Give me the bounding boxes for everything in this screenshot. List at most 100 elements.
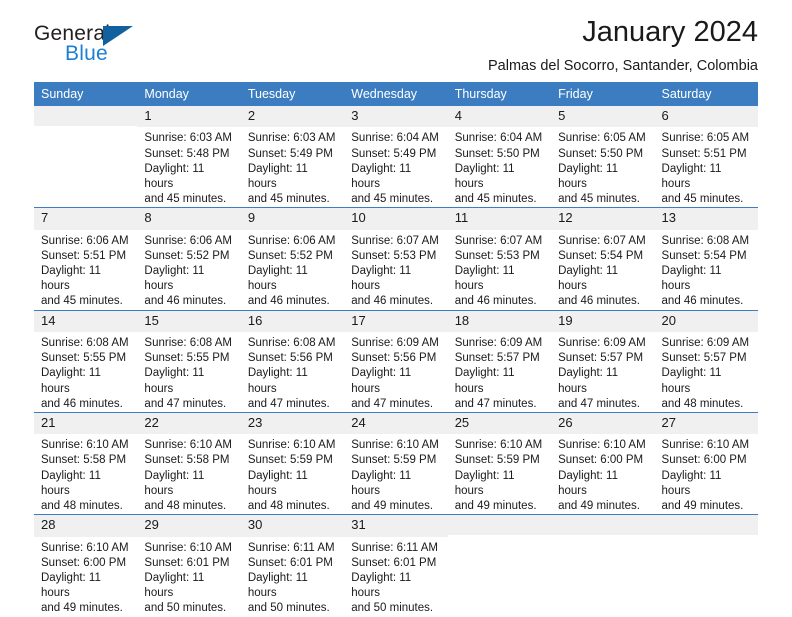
day-details: Sunrise: 6:03 AM Sunset: 5:48 PM Daylight:… xyxy=(137,127,240,207)
calendar-week-row: 14 Sunrise: 6:08 AM Sunset: 5:55 PM Dayligh… xyxy=(34,309,758,413)
weekday-header-thursday: Thursday xyxy=(447,82,552,106)
day-details: Sunrise: 6:03 AM Sunset: 5:49 PM Daylight:… xyxy=(241,127,344,207)
day-number xyxy=(654,515,758,536)
daylight-text-line1: Daylight: 11 hours xyxy=(558,469,618,497)
day-number: 29 xyxy=(137,515,241,537)
daylight-text-line1: Daylight: 11 hours xyxy=(558,367,618,395)
calendar-day-cell[interactable]: 29 Sunrise: 6:10 AM Sunset: 6:01 PM Dayligh… xyxy=(137,514,241,617)
calendar-day-cell[interactable]: 17 Sunrise: 6:09 AM Sunset: 5:56 PM Dayligh… xyxy=(344,309,448,413)
sunrise-text: Sunrise: 6:10 AM xyxy=(41,541,129,554)
sunset-text: Sunset: 5:51 PM xyxy=(661,147,747,160)
calendar-day-cell[interactable]: 7 Sunrise: 6:06 AM Sunset: 5:51 PM Daylight… xyxy=(34,207,138,311)
weekday-header-friday: Friday xyxy=(551,82,655,106)
sunset-text: Sunset: 5:51 PM xyxy=(41,249,127,262)
sunrise-text: Sunrise: 6:06 AM xyxy=(41,234,129,247)
calendar-day-cell[interactable]: 6 Sunrise: 6:05 AM Sunset: 5:51 PM Daylight… xyxy=(654,106,758,208)
day-details: Sunrise: 6:10 AM Sunset: 5:59 PM Daylight:… xyxy=(241,434,344,514)
calendar-day-cell[interactable]: 31 Sunrise: 6:11 AM Sunset: 6:01 PM Dayligh… xyxy=(344,514,448,617)
sunset-text: Sunset: 5:59 PM xyxy=(247,454,333,467)
logo-text-blue: Blue xyxy=(65,42,108,65)
daylight-text-line2: and 49 minutes. xyxy=(351,500,434,513)
calendar-week-row: 7 Sunrise: 6:06 AM Sunset: 5:51 PM Daylight… xyxy=(34,207,758,311)
sunset-text: Sunset: 5:50 PM xyxy=(558,147,644,160)
sunrise-text: Sunrise: 6:08 AM xyxy=(144,336,232,349)
calendar-day-cell[interactable]: 10 Sunrise: 6:07 AM Sunset: 5:53 PM Dayligh… xyxy=(344,207,448,311)
daylight-text-line1: Daylight: 11 hours xyxy=(144,367,205,395)
calendar-day-cell[interactable]: 26 Sunrise: 6:10 AM Sunset: 6:00 PM Dayligh… xyxy=(551,411,655,515)
day-number: 5 xyxy=(551,106,655,128)
daylight-text-line1: Daylight: 11 hours xyxy=(41,265,101,293)
sunrise-text: Sunrise: 6:08 AM xyxy=(661,234,750,247)
calendar-day-cell[interactable]: 27 Sunrise: 6:10 AM Sunset: 6:00 PM Dayligh… xyxy=(654,411,758,515)
sunrise-text: Sunrise: 6:09 AM xyxy=(351,336,439,349)
calendar-day-cell[interactable]: 20 Sunrise: 6:09 AM Sunset: 5:57 PM Dayligh… xyxy=(654,309,758,413)
day-number xyxy=(34,106,138,126)
daylight-text-line2: and 47 minutes. xyxy=(351,397,434,410)
calendar-day-cell[interactable]: 5 Sunrise: 6:05 AM Sunset: 5:50 PM Daylight… xyxy=(551,106,655,208)
sunset-text: Sunset: 5:52 PM xyxy=(144,249,230,262)
day-number: 25 xyxy=(447,412,552,435)
calendar-day-cell[interactable]: 30 Sunrise: 6:11 AM Sunset: 6:01 PM Dayligh… xyxy=(240,514,345,617)
calendar-day-cell[interactable]: 2 Sunrise: 6:03 AM Sunset: 5:49 PM Daylight… xyxy=(240,106,345,208)
calendar-day-cell[interactable]: 15 Sunrise: 6:08 AM Sunset: 5:55 PM Dayligh… xyxy=(137,309,241,413)
sunset-text: Sunset: 5:53 PM xyxy=(454,249,540,262)
sunrise-text: Sunrise: 6:10 AM xyxy=(351,439,439,452)
sunrise-text: Sunrise: 6:09 AM xyxy=(558,336,646,349)
daylight-text-line1: Daylight: 11 hours xyxy=(41,571,101,600)
day-details: Sunrise: 6:09 AM Sunset: 5:57 PM Daylight:… xyxy=(551,332,654,412)
day-number: 13 xyxy=(654,208,758,230)
calendar-day-cell[interactable]: 25 Sunrise: 6:10 AM Sunset: 5:59 PM Dayligh… xyxy=(447,411,552,515)
calendar-day-cell[interactable]: 14 Sunrise: 6:08 AM Sunset: 5:55 PM Dayligh… xyxy=(34,309,138,413)
calendar-day-cell[interactable]: 22 Sunrise: 6:10 AM Sunset: 5:58 PM Dayligh… xyxy=(137,411,241,515)
calendar-day-cell[interactable]: 21 Sunrise: 6:10 AM Sunset: 5:58 PM Dayligh… xyxy=(34,411,138,515)
calendar-day-cell[interactable]: 8 Sunrise: 6:06 AM Sunset: 5:52 PM Daylight… xyxy=(137,207,241,311)
day-details: Sunrise: 6:06 AM Sunset: 5:52 PM Daylight:… xyxy=(241,230,344,310)
sunrise-text: Sunrise: 6:10 AM xyxy=(144,541,232,554)
header-titles: January 2024 Palmas del Socorro, Santand… xyxy=(488,16,758,74)
calendar-day-cell[interactable]: 12 Sunrise: 6:07 AM Sunset: 5:54 PM Dayligh… xyxy=(551,207,655,311)
day-number xyxy=(447,515,552,536)
sunrise-text: Sunrise: 6:05 AM xyxy=(558,132,646,145)
sunrise-text: Sunrise: 6:10 AM xyxy=(454,439,543,452)
calendar-day-cell[interactable]: 19 Sunrise: 6:09 AM Sunset: 5:57 PM Dayligh… xyxy=(551,309,655,413)
daylight-text-line2: and 49 minutes. xyxy=(454,500,537,513)
calendar-day-cell[interactable]: 1 Sunrise: 6:03 AM Sunset: 5:48 PM Daylight… xyxy=(137,106,241,208)
day-details: Sunrise: 6:07 AM Sunset: 5:53 PM Daylight:… xyxy=(448,230,551,310)
calendar-day-cell[interactable]: 16 Sunrise: 6:08 AM Sunset: 5:56 PM Dayligh… xyxy=(240,309,345,413)
daylight-text-line1: Daylight: 11 hours xyxy=(351,469,412,497)
daylight-text-line2: and 46 minutes. xyxy=(661,295,744,308)
day-details: Sunrise: 6:11 AM Sunset: 6:01 PM Daylight:… xyxy=(241,537,344,617)
calendar-day-cell[interactable]: 11 Sunrise: 6:07 AM Sunset: 5:53 PM Dayligh… xyxy=(447,207,552,311)
calendar-body: 1 Sunrise: 6:03 AM Sunset: 5:48 PM Daylight… xyxy=(34,106,758,617)
sunset-text: Sunset: 6:01 PM xyxy=(144,556,230,569)
calendar-day-cell[interactable]: 28 Sunrise: 6:10 AM Sunset: 6:00 PM Dayligh… xyxy=(34,514,138,617)
daylight-text-line2: and 49 minutes. xyxy=(558,500,640,513)
sunrise-text: Sunrise: 6:07 AM xyxy=(454,234,543,247)
daylight-text-line1: Daylight: 11 hours xyxy=(247,469,308,497)
daylight-text-line1: Daylight: 11 hours xyxy=(351,571,412,600)
day-details: Sunrise: 6:08 AM Sunset: 5:54 PM Daylight:… xyxy=(655,230,758,310)
calendar-day-cell[interactable]: 23 Sunrise: 6:10 AM Sunset: 5:59 PM Dayligh… xyxy=(240,411,345,515)
calendar-day-cell[interactable]: 4 Sunrise: 6:04 AM Sunset: 5:50 PM Daylight… xyxy=(447,106,552,208)
calendar-day-cell[interactable]: 24 Sunrise: 6:10 AM Sunset: 5:59 PM Dayligh… xyxy=(344,411,448,515)
calendar-day-cell[interactable]: 9 Sunrise: 6:06 AM Sunset: 5:52 PM Daylight… xyxy=(240,207,345,311)
calendar-day-cell[interactable]: 3 Sunrise: 6:04 AM Sunset: 5:49 PM Daylight… xyxy=(344,106,448,208)
calendar-day-cell[interactable]: 18 Sunrise: 6:09 AM Sunset: 5:57 PM Dayligh… xyxy=(447,309,552,413)
daylight-text-line1: Daylight: 11 hours xyxy=(661,367,722,395)
day-details: Sunrise: 6:10 AM Sunset: 6:00 PM Daylight:… xyxy=(655,434,758,514)
general-blue-logo[interactable]: General Blue xyxy=(34,22,164,70)
calendar-day-cell[interactable]: 13 Sunrise: 6:08 AM Sunset: 5:54 PM Dayligh… xyxy=(654,207,758,311)
day-number: 24 xyxy=(344,412,448,435)
daylight-text-line2: and 46 minutes. xyxy=(144,295,227,308)
sunset-text: Sunset: 5:49 PM xyxy=(247,147,333,160)
daylight-text-line1: Daylight: 11 hours xyxy=(661,162,722,190)
day-number: 9 xyxy=(240,208,345,230)
sunset-text: Sunset: 5:58 PM xyxy=(144,454,230,467)
day-details: Sunrise: 6:09 AM Sunset: 5:56 PM Daylight:… xyxy=(344,332,447,412)
sunrise-text: Sunrise: 6:10 AM xyxy=(247,439,336,452)
sunrise-text: Sunrise: 6:10 AM xyxy=(558,439,646,452)
sunset-text: Sunset: 5:55 PM xyxy=(41,352,127,365)
day-details: Sunrise: 6:10 AM Sunset: 6:01 PM Daylight:… xyxy=(137,537,240,617)
daylight-text-line2: and 45 minutes. xyxy=(247,193,330,206)
sunrise-text: Sunrise: 6:03 AM xyxy=(247,132,336,145)
